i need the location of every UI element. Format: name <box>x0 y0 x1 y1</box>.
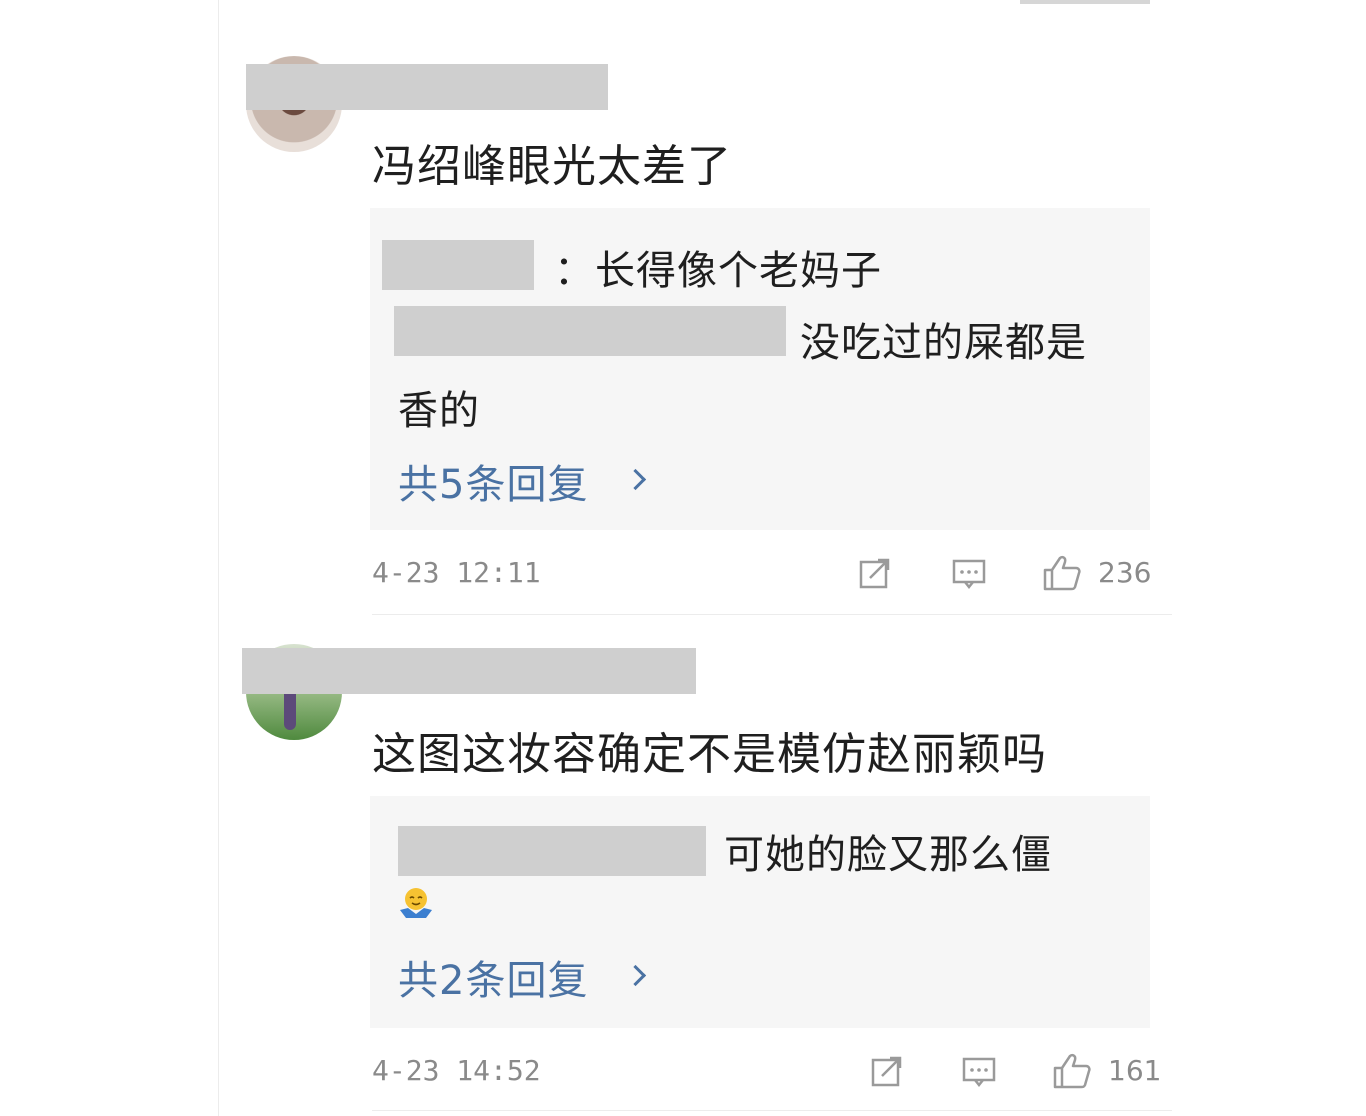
comment-timestamp: 4-23 14:52 <box>372 1054 541 1087</box>
comment-text: 这图这妆容确定不是模仿赵丽颖吗 <box>372 729 1047 780</box>
redacted-reply-username <box>394 306 786 356</box>
comment-divider <box>372 1110 1172 1111</box>
view-all-replies-link[interactable]: 共2条回复 <box>398 948 588 1006</box>
comment-divider <box>372 614 1172 615</box>
reply-text-continued: 香的 <box>398 388 480 434</box>
view-all-replies-link[interactable]: 共5条回复 <box>398 452 588 510</box>
redacted-reply-username <box>382 240 534 290</box>
comment-icon[interactable] <box>952 556 986 590</box>
reply-text: 可她的脸又那么僵 <box>724 832 1052 878</box>
like-count: 236 <box>1098 556 1152 589</box>
share-icon[interactable] <box>858 556 892 590</box>
thumbs-up-icon[interactable] <box>1052 1052 1092 1090</box>
left-border <box>218 0 219 1116</box>
chevron-right-icon <box>624 468 647 491</box>
reply-preview-box[interactable]: 可她的脸又那么僵 共2条回复 <box>370 796 1150 1028</box>
comment-text: 冯绍峰眼光太差了 <box>372 141 732 192</box>
comment-feed: 冯绍峰眼光太差了 ：长得像个老妈子 没吃过的屎都是 香的 共5条回复 4-23 … <box>0 0 1366 1116</box>
redacted-reply-username <box>398 826 706 876</box>
cropped-header-fragment <box>1020 0 1150 4</box>
redacted-username <box>246 64 608 110</box>
shrug-emoji-icon <box>400 888 432 918</box>
reply-preview-box[interactable]: ：长得像个老妈子 没吃过的屎都是 香的 共5条回复 <box>370 208 1150 530</box>
reply-text: ：长得像个老妈子 <box>554 248 882 294</box>
comment-timestamp: 4-23 12:11 <box>372 556 541 589</box>
comment-icon[interactable] <box>962 1054 996 1088</box>
redacted-username <box>242 648 696 694</box>
share-icon[interactable] <box>870 1054 904 1088</box>
like-count: 161 <box>1108 1054 1162 1087</box>
reply-text: 没吃过的屎都是 <box>800 320 1087 366</box>
chevron-right-icon <box>624 964 647 987</box>
thumbs-up-icon[interactable] <box>1042 554 1082 592</box>
